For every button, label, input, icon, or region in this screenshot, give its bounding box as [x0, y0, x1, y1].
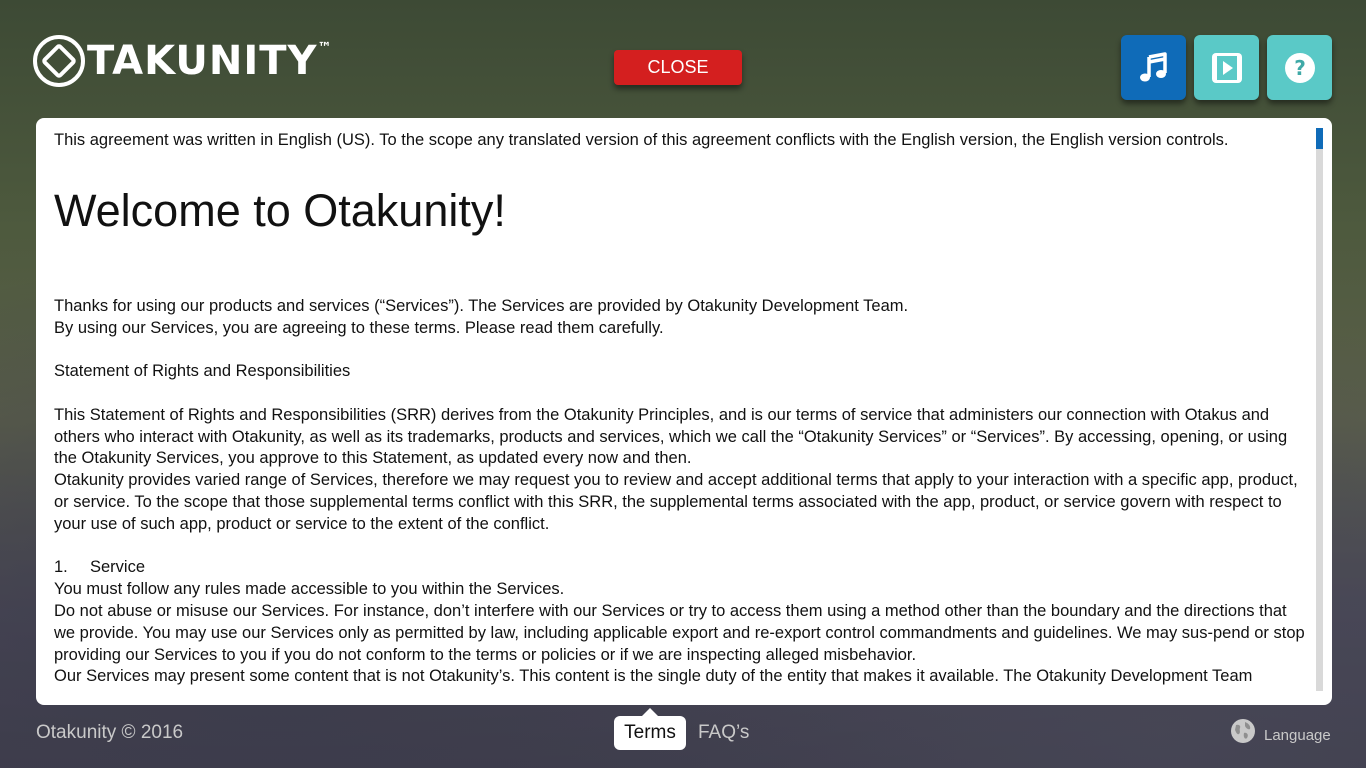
terms-content: This agreement was written in English (U… — [54, 130, 1306, 688]
footer-tabs: Terms FAQ’s — [614, 708, 749, 750]
terms-item-heading: 1. Service — [54, 557, 1306, 579]
terms-paragraph: By using our Services, you are agreeing … — [54, 318, 664, 337]
video-button[interactable] — [1194, 35, 1259, 100]
tab-faq[interactable]: FAQ’s — [698, 722, 749, 744]
terms-paragraph: This Statement of Rights and Responsibil… — [54, 405, 1288, 468]
terms-item-title: Service — [90, 558, 146, 577]
logo-text: TAKUNITY — [87, 38, 318, 84]
help-icon: ? — [1284, 52, 1315, 83]
svg-text:?: ? — [1294, 56, 1306, 80]
terms-panel: This agreement was written in English (U… — [36, 118, 1332, 705]
terms-paragraph: Our Services may present some content th… — [54, 667, 1253, 686]
music-icon — [1139, 51, 1167, 81]
terms-heading: Welcome to Otakunity! — [54, 184, 506, 236]
copyright-text: Otakunity © 2016 — [36, 722, 184, 743]
logo-mark-icon — [33, 35, 85, 87]
top-icon-bar: ? — [1121, 35, 1332, 100]
terms-paragraph: Thanks for using our products and servic… — [54, 296, 909, 315]
terms-paragraph: Do not abuse or misuse our Services. For… — [54, 601, 1305, 664]
close-button[interactable]: CLOSE — [614, 50, 742, 85]
play-video-icon — [1211, 52, 1242, 83]
logo: TAKUNITY ™ — [33, 34, 332, 88]
terms-paragraph: Otakunity provides varied range of Servi… — [54, 471, 1298, 533]
help-button[interactable]: ? — [1267, 35, 1332, 100]
scrollbar-thumb[interactable] — [1316, 128, 1323, 149]
terms-intro: This agreement was written in English (U… — [54, 131, 1229, 149]
globe-icon — [1231, 719, 1255, 743]
terms-section-title: Statement of Rights and Responsibilities — [54, 362, 351, 381]
logo-trademark: ™ — [317, 40, 332, 56]
music-button[interactable] — [1121, 35, 1186, 100]
language-label: Language — [1264, 726, 1331, 744]
terms-item-number: 1. — [54, 558, 68, 577]
tab-terms[interactable]: Terms — [614, 708, 686, 750]
scrollbar-track[interactable] — [1316, 128, 1323, 691]
language-selector[interactable]: Language — [1230, 718, 1331, 744]
terms-paragraph: You must follow any rules made accessibl… — [54, 580, 565, 599]
